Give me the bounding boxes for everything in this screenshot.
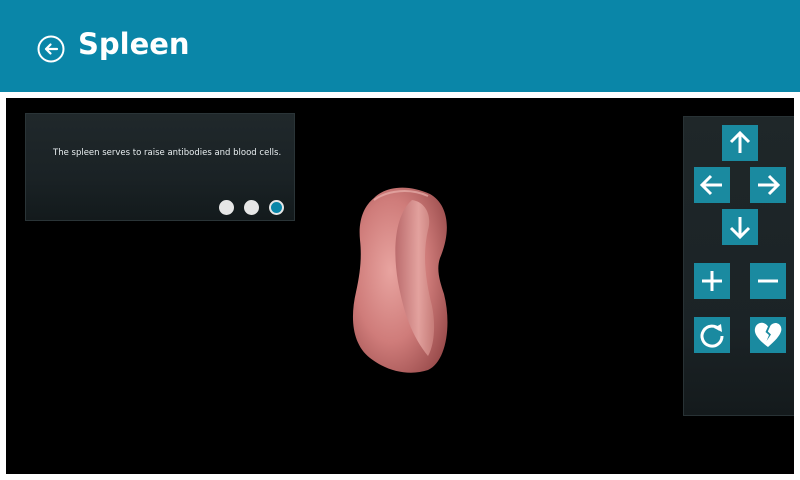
back-arrow-circle-icon: [37, 35, 65, 63]
zoom-out-button[interactable]: [750, 263, 786, 299]
arrow-up-icon: [729, 130, 751, 153]
page-title: Spleen: [78, 27, 190, 61]
broken-heart-icon: [754, 322, 782, 347]
app-header: Spleen: [0, 0, 800, 92]
arrow-left-icon: [699, 174, 722, 196]
info-text: The spleen serves to raise antibodies an…: [53, 148, 282, 158]
move-up-button[interactable]: [722, 125, 758, 161]
rotate-icon: [700, 324, 724, 348]
plus-icon: [702, 271, 722, 291]
back-button[interactable]: [37, 35, 65, 63]
info-panel: The spleen serves to raise antibodies an…: [25, 113, 295, 221]
arrow-right-icon: [758, 174, 781, 196]
control-panel: [683, 116, 794, 416]
pager-dot-2[interactable]: [244, 200, 259, 215]
minus-icon: [758, 279, 778, 283]
move-down-button[interactable]: [722, 209, 758, 245]
move-left-button[interactable]: [694, 167, 730, 203]
spleen-3d-model[interactable]: [348, 186, 448, 376]
arrow-down-icon: [729, 217, 751, 240]
pager-dot-3-active[interactable]: [269, 200, 284, 215]
dissect-button[interactable]: [750, 317, 786, 353]
rotate-button[interactable]: [694, 317, 730, 353]
move-right-button[interactable]: [750, 167, 786, 203]
3d-viewport[interactable]: The spleen serves to raise antibodies an…: [6, 98, 794, 474]
pager-dot-1[interactable]: [219, 200, 234, 215]
zoom-in-button[interactable]: [694, 263, 730, 299]
